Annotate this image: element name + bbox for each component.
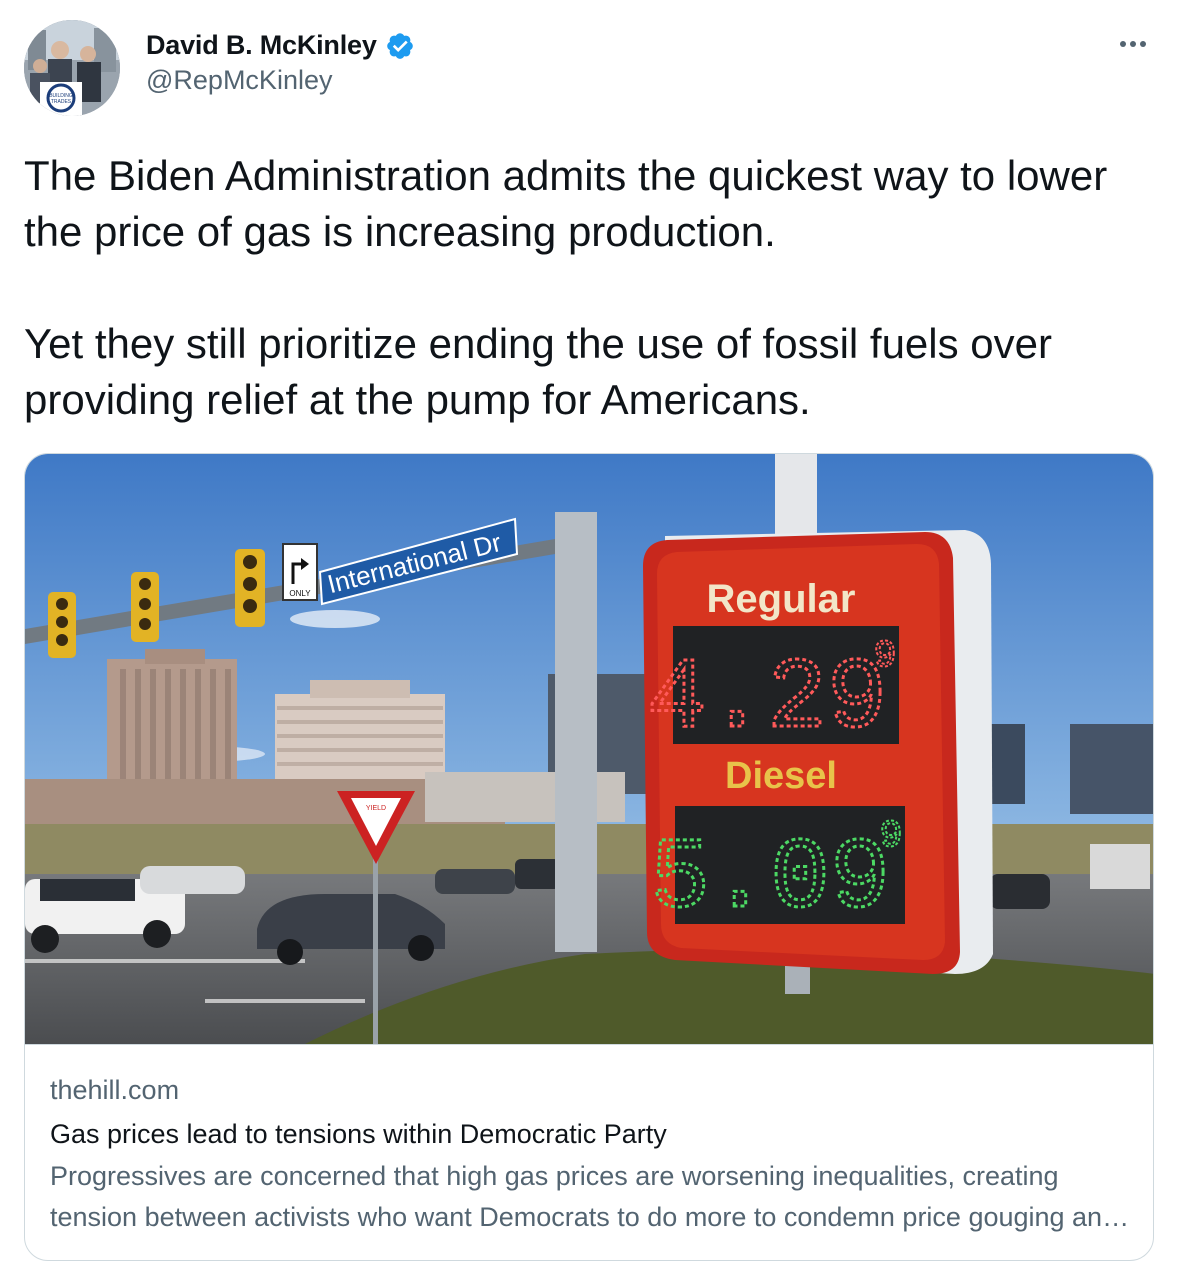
card-image[interactable]: ONLY International Dr YIELD Regular 4.29… — [25, 454, 1154, 1044]
display-name[interactable]: David B. McKinley — [146, 30, 377, 61]
card-body[interactable]: thehill.com Gas prices lead to tensions … — [50, 1072, 1130, 1238]
tweet-header: BUILDING TRADES David B. McKinley @RepMc… — [24, 20, 1158, 120]
tweet-text: The Biden Administration admits the quic… — [24, 148, 1144, 428]
tweet-paragraph-1: The Biden Administration admits the quic… — [24, 152, 1108, 255]
turn-sign-text: ONLY — [289, 589, 311, 598]
verified-badge-icon — [387, 32, 413, 59]
tweet-paragraph-2: Yet they still prioritize ending the use… — [24, 320, 1052, 423]
regular-price-tenth: 9 — [874, 635, 897, 678]
svg-text:TRADES: TRADES — [51, 99, 72, 105]
regular-label: Regular — [707, 577, 856, 621]
regular-price: 4.29 — [647, 644, 887, 757]
diesel-label: Diesel — [725, 755, 837, 797]
card-description: Progressives are concerned that high gas… — [50, 1161, 1118, 1232]
link-card[interactable]: ONLY International Dr YIELD Regular 4.29… — [24, 453, 1154, 1261]
avatar[interactable]: BUILDING TRADES — [24, 20, 120, 116]
card-title: Gas prices lead to tensions within Democ… — [50, 1119, 667, 1149]
more-icon[interactable] — [1118, 34, 1154, 54]
diesel-price-tenth: 9 — [880, 815, 903, 858]
gas-price-sign: Regular 4.29 9 Diesel 5.09 9 — [643, 530, 993, 974]
yield-sign-text: YIELD — [366, 805, 386, 812]
author-handle[interactable]: @RepMcKinley — [146, 65, 415, 96]
author-names: David B. McKinley @RepMcKinley — [146, 30, 415, 96]
turn-only-sign: ONLY — [282, 543, 318, 601]
card-divider — [25, 1044, 1153, 1045]
card-domain: thehill.com — [50, 1075, 180, 1105]
diesel-price: 5.09 — [650, 824, 890, 937]
avatar-photo: BUILDING TRADES — [24, 20, 120, 116]
